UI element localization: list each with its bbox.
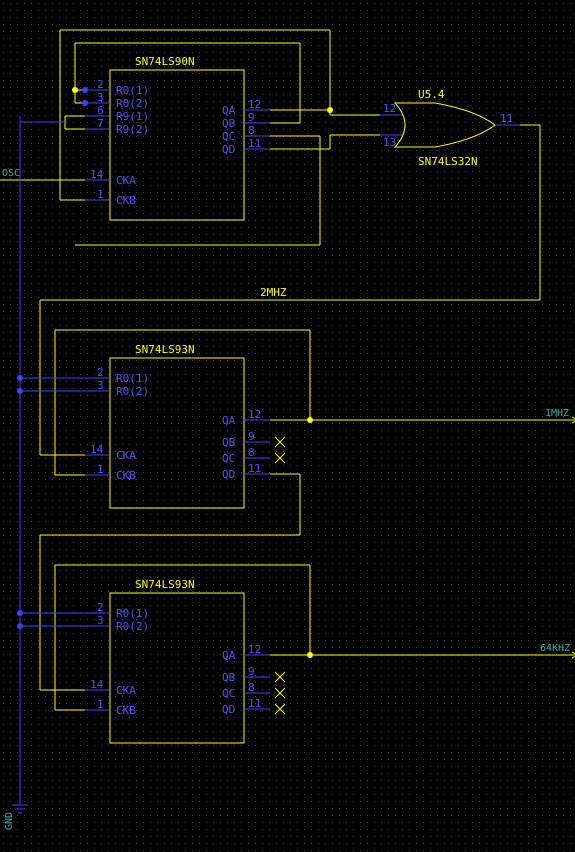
net-gnd: GND	[4, 812, 15, 830]
junctions	[17, 87, 333, 658]
chip1-part-label: SN74LS90N	[135, 55, 195, 68]
svg-text:14: 14	[90, 678, 104, 691]
svg-text:QD: QD	[222, 468, 235, 481]
svg-text:QA: QA	[222, 414, 236, 427]
svg-text:R0(1): R0(1)	[116, 84, 149, 97]
svg-text:SN74LS93N: SN74LS93N	[135, 343, 195, 356]
svg-text:2: 2	[97, 366, 104, 379]
svg-text:1: 1	[97, 188, 104, 201]
gate-part: SN74LS32N	[418, 155, 478, 168]
svg-text:QB: QB	[222, 117, 236, 130]
svg-text:7: 7	[97, 117, 104, 130]
chip-sn74ls90n: SN74LS90N R0(1) 2 R0(2) 3 R9(1) 6 R9(2) …	[85, 55, 270, 220]
svg-text:3: 3	[97, 614, 104, 627]
svg-text:11: 11	[248, 462, 261, 475]
svg-text:SN74LS93N: SN74LS93N	[135, 578, 195, 591]
svg-text:1: 1	[97, 698, 104, 711]
svg-text:8: 8	[248, 681, 255, 694]
svg-text:QD: QD	[222, 703, 235, 716]
svg-text:9: 9	[248, 665, 255, 678]
net-osc: OSC	[2, 168, 20, 179]
svg-text:2: 2	[97, 601, 104, 614]
svg-text:12: 12	[248, 408, 261, 421]
svg-text:CKA: CKA	[116, 449, 136, 462]
svg-text:CKA: CKA	[116, 174, 136, 187]
svg-text:QC: QC	[222, 130, 235, 143]
svg-text:13: 13	[383, 136, 396, 149]
svg-text:8: 8	[248, 124, 255, 137]
svg-text:R0(1): R0(1)	[116, 607, 149, 620]
svg-text:R9(2): R9(2)	[116, 123, 149, 136]
svg-text:12: 12	[248, 643, 261, 656]
svg-text:11: 11	[248, 137, 261, 150]
svg-text:3: 3	[97, 379, 104, 392]
net-2mhz: 2MHZ	[260, 286, 287, 299]
svg-text:QC: QC	[222, 452, 235, 465]
gnd-bus	[12, 116, 85, 813]
svg-text:QB: QB	[222, 436, 236, 449]
svg-text:QB: QB	[222, 671, 236, 684]
svg-text:R0(2): R0(2)	[116, 620, 149, 633]
svg-text:R9(1): R9(1)	[116, 110, 149, 123]
net-64khz: 64KHZ	[540, 643, 570, 654]
or-gate-u5: 12 13 11 U5.4 SN74LS32N	[380, 88, 520, 168]
gate-ref: U5.4	[418, 88, 445, 101]
svg-text:11: 11	[500, 112, 513, 125]
svg-text:1: 1	[97, 463, 104, 476]
svg-text:QC: QC	[222, 687, 235, 700]
svg-text:6: 6	[97, 104, 104, 117]
svg-text:CKB: CKB	[116, 194, 136, 207]
svg-text:11: 11	[248, 697, 261, 710]
svg-text:R0(2): R0(2)	[116, 385, 149, 398]
svg-text:8: 8	[248, 446, 255, 459]
svg-text:R0(2): R0(2)	[116, 97, 149, 110]
svg-text:14: 14	[90, 168, 104, 181]
net-1mhz: 1MHZ	[545, 408, 569, 419]
chip2-sn74ls93n: SN74LS93N R0(1) 2 R0(2) 3 CKA 14 CKB 1 Q…	[85, 343, 285, 508]
svg-text:12: 12	[383, 102, 396, 115]
svg-text:R0(1): R0(1)	[116, 372, 149, 385]
svg-text:9: 9	[248, 430, 255, 443]
svg-text:CKB: CKB	[116, 704, 136, 717]
svg-text:3: 3	[97, 91, 104, 104]
svg-text:QA: QA	[222, 104, 236, 117]
svg-text:QA: QA	[222, 649, 236, 662]
svg-text:2: 2	[97, 78, 104, 91]
chip3-sn74ls93n: SN74LS93N R0(1) 2 R0(2) 3 CKA 14 CKB 1 Q…	[85, 578, 285, 743]
svg-text:CKB: CKB	[116, 469, 136, 482]
svg-text:QD: QD	[222, 143, 235, 156]
wires	[0, 30, 575, 710]
svg-text:12: 12	[248, 98, 261, 111]
svg-text:CKA: CKA	[116, 684, 136, 697]
svg-text:9: 9	[248, 111, 255, 124]
svg-text:14: 14	[90, 443, 104, 456]
